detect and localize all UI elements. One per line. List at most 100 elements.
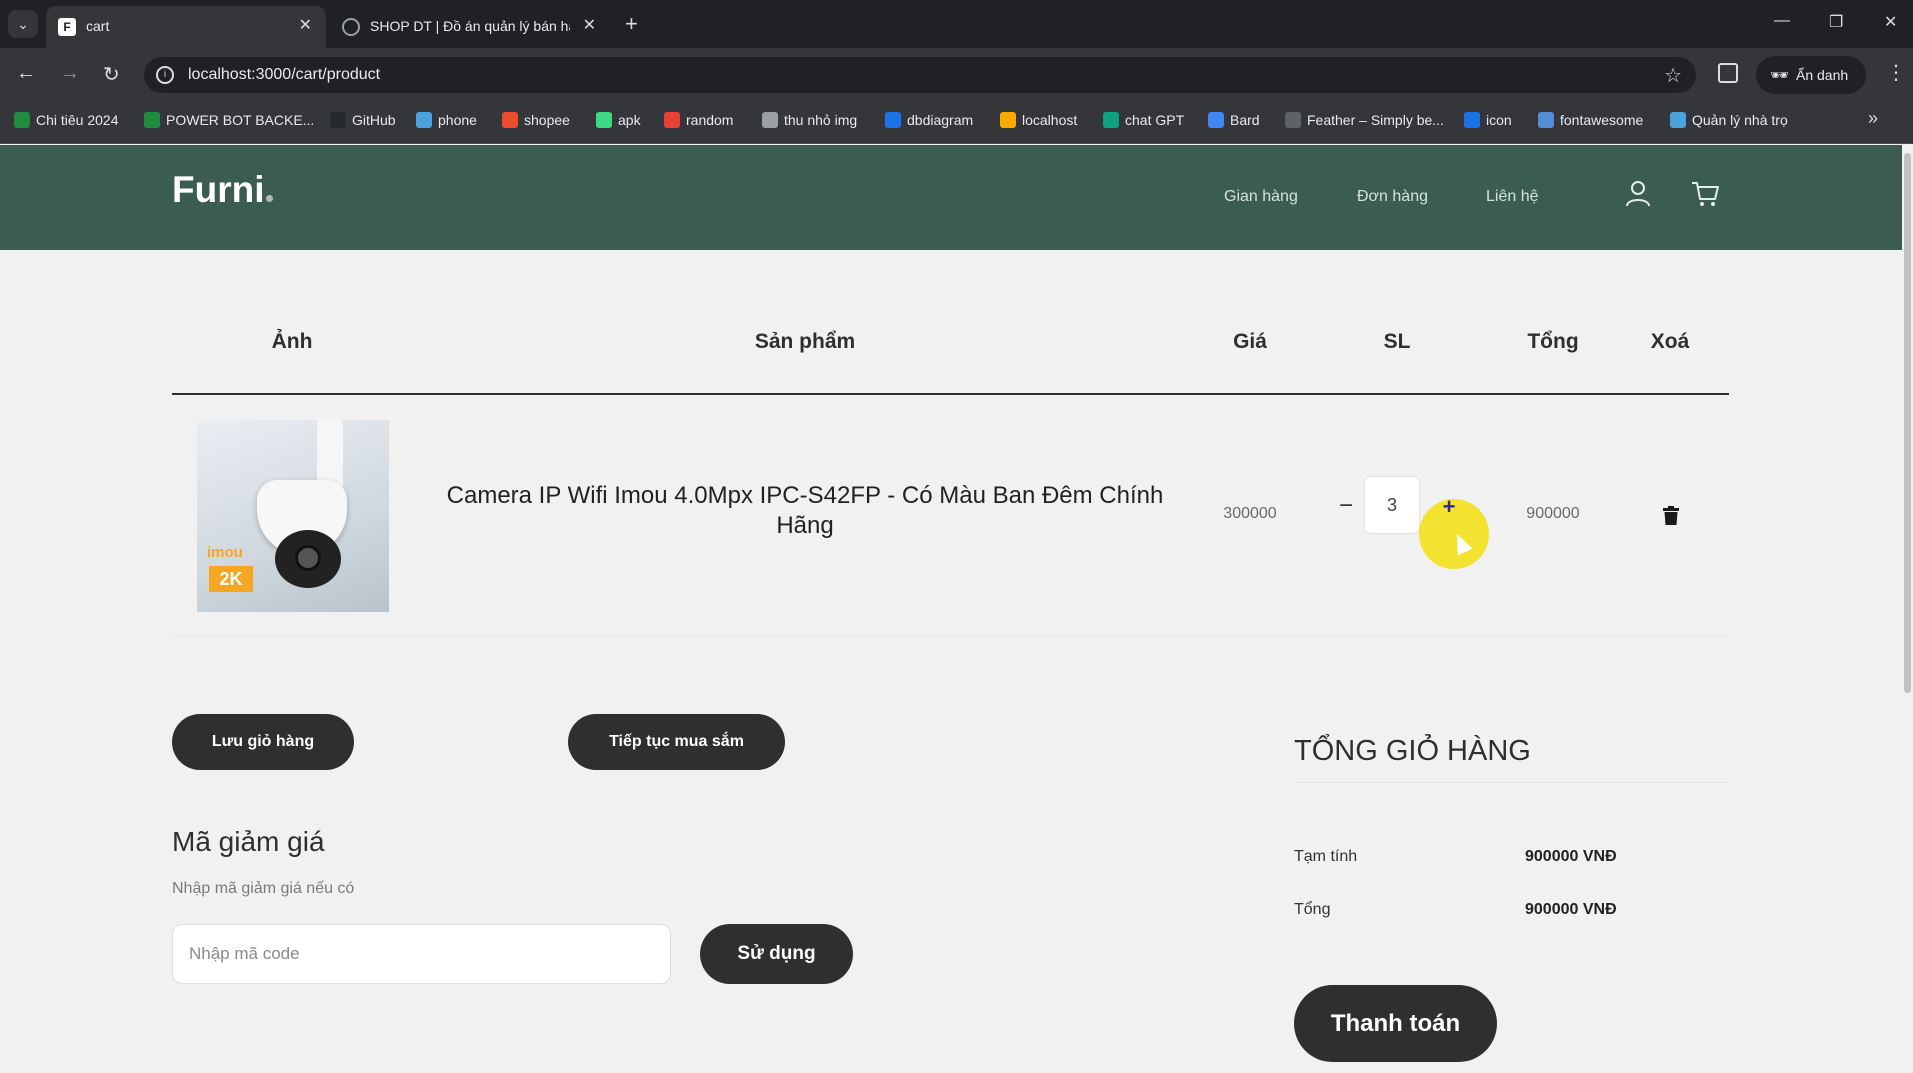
back-icon[interactable]: ← [16, 62, 36, 85]
bookmark-label: dbdiagram [907, 112, 974, 128]
bookmark-label: random [686, 112, 734, 128]
camera-lens [295, 545, 321, 571]
bookmark-label: fontawesome [1560, 112, 1644, 128]
nav-orders[interactable]: Đơn hàng [1357, 188, 1428, 206]
save-cart-button[interactable]: Lưu giỏ hàng [172, 714, 354, 770]
browser-tab-cart[interactable]: F cart ✕ [46, 6, 326, 48]
tab-favicon-icon: F [58, 18, 76, 36]
bookmark-label: GitHub [352, 112, 396, 128]
col-header-qty: SL [1383, 330, 1411, 353]
new-tab-icon[interactable]: + [625, 10, 638, 38]
cart-summary-title: TỔNG GIỎ HÀNG [1294, 735, 1531, 767]
minimize-icon[interactable]: — [1774, 12, 1790, 30]
bookmark-item[interactable]: icon [1464, 112, 1512, 134]
browser-tab-shop[interactable]: SHOP DT | Đồ án quản lý bán hàng ✕ [330, 6, 610, 48]
browser-tab-bar: ⌄ F cart ✕ SHOP DT | Đồ án quản lý bán h… [0, 0, 1913, 48]
bookmark-favicon-icon [664, 112, 680, 128]
apply-coupon-button[interactable]: Sử dụng [700, 924, 853, 984]
summary-divider [1294, 782, 1729, 783]
col-header-price: Giá [1233, 330, 1267, 353]
product-image: imou 2K [197, 420, 389, 612]
col-header-product: Sản phẩm [754, 330, 856, 353]
bookmark-label: phone [438, 112, 477, 128]
bookmark-favicon-icon [416, 112, 432, 128]
bookmark-favicon-icon [144, 112, 160, 128]
bookmark-item[interactable]: random [664, 112, 733, 134]
continue-shopping-button[interactable]: Tiếp tục mua sắm [568, 714, 785, 770]
more-bookmarks-icon[interactable]: » [1868, 108, 1878, 129]
page-scrollbar[interactable] [1902, 145, 1913, 1073]
logo-dot [266, 195, 274, 202]
bookmark-item[interactable]: localhost [1000, 112, 1077, 134]
table-header-divider [172, 393, 1729, 395]
subtotal-value: 900000 VNĐ [1525, 848, 1617, 865]
bookmark-label: POWER BOT BACKE... [166, 112, 315, 128]
bookmark-favicon-icon [1670, 112, 1686, 128]
bookmark-label: apk [618, 112, 641, 128]
browser-toolbar: ← → ↻ i localhost:3000/cart/product ☆ 🕶 … [0, 48, 1913, 102]
coupon-code-input[interactable] [172, 924, 671, 984]
product-row-total: 900000 [1526, 505, 1580, 522]
restore-icon[interactable]: ❐ [1829, 12, 1843, 32]
close-tab-icon[interactable]: ✕ [583, 15, 596, 35]
incognito-badge[interactable]: 🕶 Ẩn danh [1756, 56, 1866, 94]
bookmark-item[interactable]: thu nhỏ img [762, 112, 857, 134]
forward-icon[interactable]: → [60, 62, 80, 85]
bookmark-favicon-icon [1538, 112, 1554, 128]
col-header-total: Tổng [1527, 330, 1579, 353]
product-price: 300000 [1223, 505, 1277, 522]
bookmark-favicon-icon [596, 112, 612, 128]
tab-title: SHOP DT | Đồ án quản lý bán hàng [370, 18, 570, 34]
window-close-icon[interactable]: ✕ [1884, 12, 1897, 32]
trash-icon[interactable] [1660, 505, 1682, 527]
bookmark-item[interactable]: Feather – Simply be... [1285, 112, 1444, 134]
bookmarks-bar: Chi tiêu 2024 POWER BOT BACKE... GitHub pho… [0, 102, 1913, 144]
tab-search-chevron-icon[interactable]: ⌄ [8, 10, 38, 38]
total-label: Tổng [1294, 901, 1331, 918]
bookmark-favicon-icon [1000, 112, 1016, 128]
bookmark-item[interactable]: Bard [1208, 112, 1260, 134]
bookmark-label: Feather – Simply be... [1307, 112, 1444, 128]
product-image-badge: 2K [209, 566, 253, 592]
site-header: Furni Gian hàng Đơn hàng Liên hệ [0, 145, 1902, 250]
menu-kebab-icon[interactable]: ⋮ [1886, 60, 1906, 85]
nav-contact[interactable]: Liên hệ [1486, 188, 1539, 206]
checkout-button[interactable]: Thanh toán [1294, 985, 1497, 1062]
bookmark-item[interactable]: dbdiagram [885, 112, 973, 134]
side-panel-icon[interactable] [1718, 63, 1738, 83]
close-tab-icon[interactable]: ✕ [299, 15, 312, 35]
qty-input[interactable] [1364, 476, 1420, 534]
bookmark-favicon-icon [762, 112, 778, 128]
site-info-icon[interactable]: i [156, 66, 174, 84]
bookmark-item[interactable]: POWER BOT BACKE... [144, 112, 314, 134]
scrollbar-thumb[interactable] [1904, 153, 1911, 693]
bookmark-item[interactable]: Chi tiêu 2024 [14, 112, 119, 134]
bookmark-item[interactable]: chat GPT [1103, 112, 1184, 134]
url-text: localhost:3000/cart/product [188, 66, 381, 83]
address-bar[interactable]: i localhost:3000/cart/product ☆ [144, 57, 1696, 93]
bookmark-item[interactable]: shopee [502, 112, 570, 134]
site-logo[interactable]: Furni [172, 169, 274, 211]
bookmark-item[interactable]: Quản lý nhà trọ [1670, 112, 1788, 134]
bookmark-label: shopee [524, 112, 570, 128]
bookmark-label: Quản lý nhà trọ [1692, 112, 1788, 128]
bookmark-item[interactable]: GitHub [330, 112, 396, 134]
reload-icon[interactable]: ↻ [103, 62, 120, 87]
qty-increase-button[interactable]: + [1438, 494, 1460, 520]
bookmark-item[interactable]: fontawesome [1538, 112, 1643, 134]
product-image-brand: imou [207, 544, 243, 561]
nav-shop[interactable]: Gian hàng [1224, 188, 1298, 206]
product-name[interactable]: Camera IP Wifi Imou 4.0Mpx IPC-S42FP - C… [430, 481, 1180, 541]
bookmark-favicon-icon [1103, 112, 1119, 128]
bookmark-favicon-icon [1208, 112, 1224, 128]
col-header-remove: Xoá [1650, 330, 1690, 353]
user-icon[interactable] [1623, 179, 1653, 209]
qty-decrease-button[interactable]: − [1335, 492, 1357, 520]
col-header-image: Ảnh [271, 330, 313, 353]
incognito-label: Ẩn danh [1796, 67, 1849, 83]
bookmark-item[interactable]: phone [416, 112, 477, 134]
bookmark-item[interactable]: apk [596, 112, 641, 134]
cart-icon[interactable] [1690, 179, 1720, 209]
row-divider [172, 635, 1729, 636]
bookmark-star-icon[interactable]: ☆ [1664, 63, 1682, 88]
